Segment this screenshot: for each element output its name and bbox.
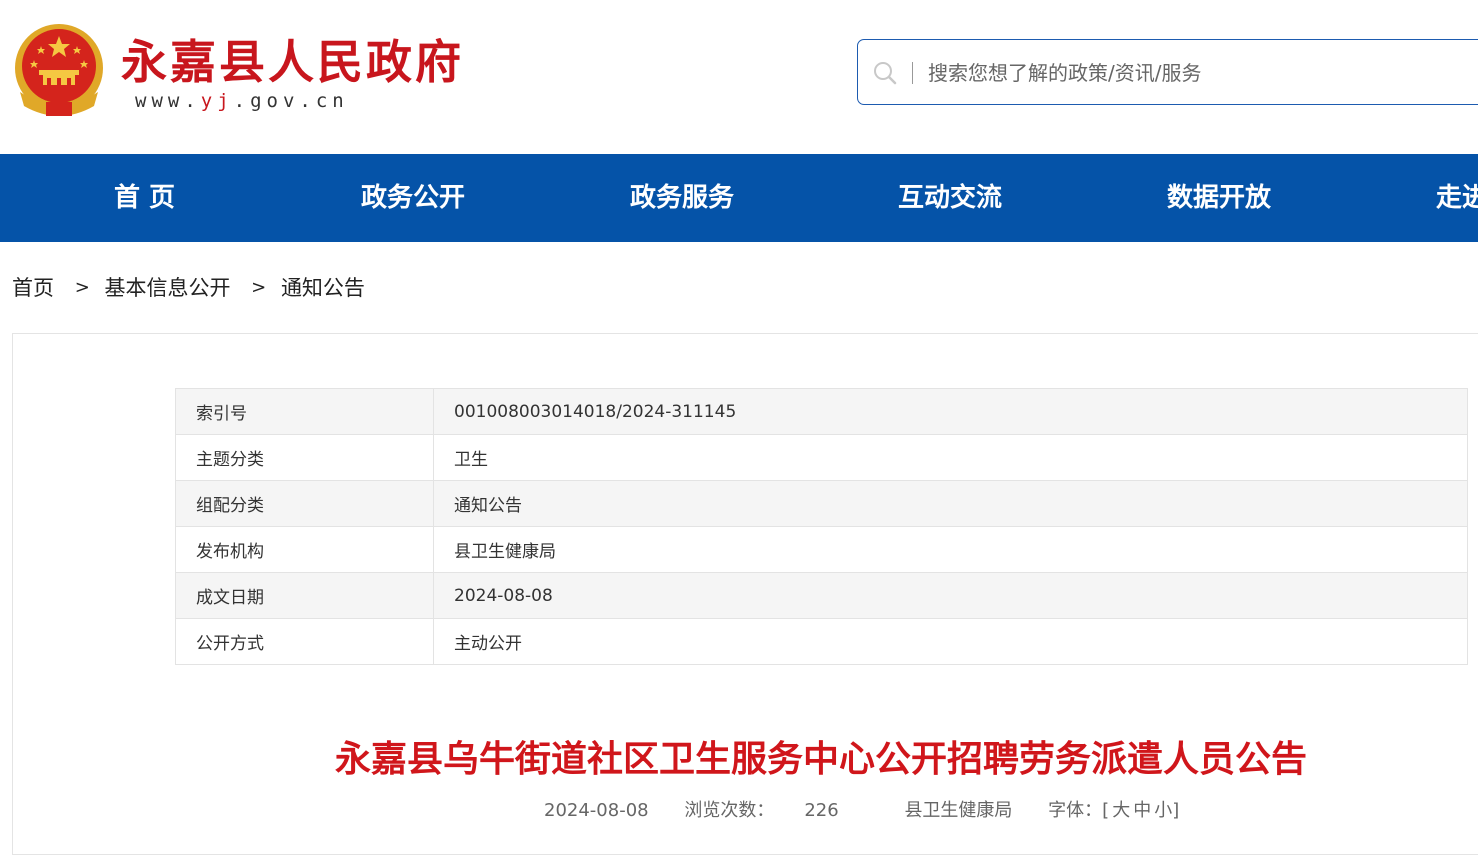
article-date: 2024-08-08 [544,800,649,821]
meta-value: 001008003014018/2024-311145 [433,388,1468,435]
site-url[interactable]: www.yj.gov.cn [135,90,349,112]
font-size-small-button[interactable]: 小 [1154,800,1172,821]
table-row: 组配分类 通知公告 [175,480,1468,527]
table-row: 成文日期 2024-08-08 [175,572,1468,619]
nav-item-gov-affairs-public[interactable]: 政务公开 [361,154,465,242]
meta-label: 成文日期 [175,572,434,619]
table-row: 公开方式 主动公开 [175,618,1468,665]
font-size-label: 字体： [1048,800,1103,821]
search-divider [912,62,913,84]
url-highlight: yj [200,90,234,112]
meta-label: 主题分类 [175,434,434,481]
views-count: 226 [804,800,839,821]
meta-value: 县卫生健康局 [433,526,1468,573]
nav-item-about[interactable]: 走进 [1436,154,1478,242]
nav-item-gov-services[interactable]: 政务服务 [630,154,734,242]
nav-item-interaction[interactable]: 互动交流 [898,154,1002,242]
meta-label: 组配分类 [175,480,434,527]
url-suffix: .gov.cn [233,90,349,112]
site-header: 永嘉县人民政府 www.yj.gov.cn [0,0,1478,154]
main-nav: 首 页 政务公开 政务服务 互动交流 数据开放 走进 [0,154,1478,242]
font-size-control: 字体：[大中小] [1048,800,1179,821]
site-title[interactable]: 永嘉县人民政府 [121,26,464,92]
table-row: 发布机构 县卫生健康局 [175,526,1468,573]
meta-label: 发布机构 [175,526,434,573]
article-meta: 2024-08-08 浏览次数： 226 县卫生健康局 字体：[大中小] [544,796,1209,822]
article-source: 县卫生健康局 [904,800,1013,821]
meta-value: 2024-08-08 [433,572,1468,619]
meta-value: 卫生 [433,434,1468,481]
font-size-medium-button[interactable]: 中 [1133,800,1151,821]
nav-item-home[interactable]: 首 页 [114,154,175,242]
meta-value: 主动公开 [433,618,1468,665]
article-title: 永嘉县乌牛街道社区卫生服务中心公开招聘劳务派遣人员公告 [334,739,1307,780]
search-input[interactable] [928,54,1468,92]
breadcrumb-home[interactable]: 首页 [12,272,54,302]
nav-item-open-data[interactable]: 数据开放 [1167,154,1271,242]
font-bracket-open: [ [1102,800,1110,821]
breadcrumb-basic-info[interactable]: 基本信息公开 [104,272,230,302]
breadcrumb: 首页 > 基本信息公开 > 通知公告 [12,272,365,302]
url-prefix: www. [135,90,201,112]
table-row: 主题分类 卫生 [175,434,1468,481]
meta-label: 公开方式 [175,618,434,665]
breadcrumb-separator: > [74,276,90,298]
national-emblem-icon [15,24,103,116]
search-icon[interactable] [872,60,898,86]
search-box [857,39,1478,105]
meta-value: 通知公告 [433,480,1468,527]
font-bracket-close: ] [1172,800,1180,821]
font-size-large-button[interactable]: 大 [1112,800,1130,821]
breadcrumb-notices[interactable]: 通知公告 [281,272,365,302]
meta-label: 索引号 [175,388,434,435]
breadcrumb-separator: > [251,276,267,298]
document-meta-table: 索引号 001008003014018/2024-311145 主题分类 卫生 … [175,388,1468,665]
article-views: 浏览次数： 226 [684,800,868,821]
table-row: 索引号 001008003014018/2024-311145 [175,388,1468,435]
views-label: 浏览次数： [684,800,775,821]
